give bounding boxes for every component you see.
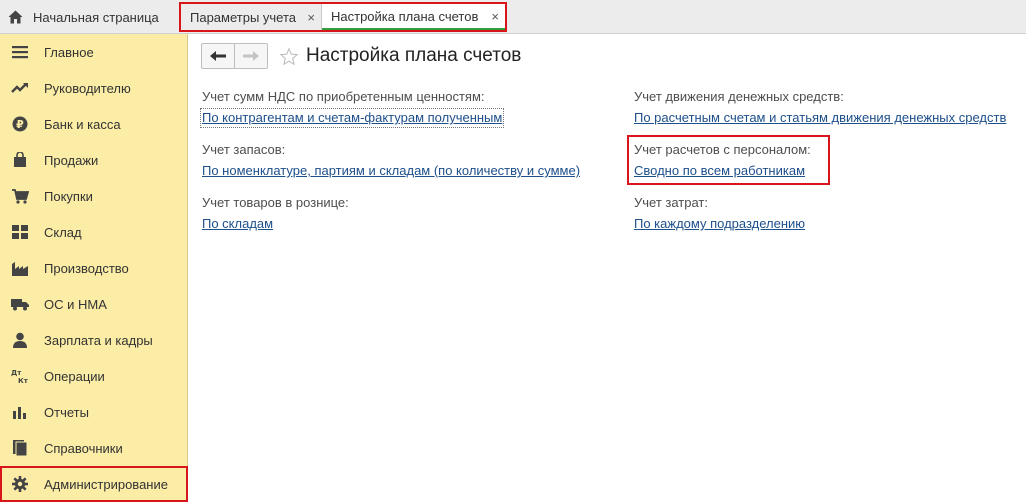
sidebar-item-purchases[interactable]: Покупки xyxy=(0,178,188,214)
sidebar-item-label: Операции xyxy=(44,368,105,384)
sidebar-item-label: Производство xyxy=(44,260,129,276)
setting-label: Учет затрат: xyxy=(634,195,708,210)
sidebar-item-label: Зарплата и кадры xyxy=(44,332,153,348)
ruble-icon: ₽ xyxy=(11,115,29,133)
sidebar-item-label: Главное xyxy=(44,44,94,60)
page-title: Настройка плана счетов xyxy=(306,45,522,66)
sidebar-item-label: ОС и НМА xyxy=(44,296,107,312)
close-icon[interactable]: × xyxy=(301,10,315,25)
setting-retail: Учет товаров в рознице: По складам xyxy=(202,195,349,232)
form-toolbar: Настройка плана счетов xyxy=(201,43,521,69)
setting-label: Учет товаров в рознице: xyxy=(202,195,349,210)
personnel-accounting-link[interactable]: Сводно по всем работникам xyxy=(634,163,805,179)
home-tab[interactable]: Начальная страница xyxy=(0,0,176,34)
bag-icon xyxy=(11,151,29,169)
sidebar-item-label: Продажи xyxy=(44,152,99,168)
cart-icon xyxy=(11,187,29,205)
bar-chart-icon xyxy=(11,403,29,421)
tab-label: Параметры учета xyxy=(190,9,297,25)
dt-kt-icon: Дт Кт xyxy=(11,367,29,385)
favorite-star-icon[interactable] xyxy=(280,47,298,65)
sidebar-item-label: Справочники xyxy=(44,440,123,456)
sidebar-item-fixed-assets[interactable]: ОС и НМА xyxy=(0,286,188,322)
setting-costs: Учет затрат: По каждому подразделению xyxy=(634,195,805,232)
forward-button[interactable] xyxy=(235,44,267,68)
gear-icon xyxy=(11,475,29,493)
setting-label: Учет движения денежных средств: xyxy=(634,89,844,104)
costs-accounting-link[interactable]: По каждому подразделению xyxy=(634,216,805,232)
sidebar: Главное Руководителю ₽ Банк и касса Прод… xyxy=(0,34,188,502)
sidebar-item-payroll[interactable]: Зарплата и кадры xyxy=(0,322,188,358)
stock-accounting-link[interactable]: По номенклатуре, партиям и складам (по к… xyxy=(202,163,580,179)
person-icon xyxy=(11,331,29,349)
history-nav xyxy=(201,43,268,69)
open-tabs-highlight: Параметры учета × Настройка плана счетов… xyxy=(179,2,507,32)
book-icon xyxy=(11,439,29,457)
truck-icon xyxy=(11,295,29,313)
svg-text:Дт: Дт xyxy=(11,369,22,377)
sidebar-item-production[interactable]: Производство xyxy=(0,250,188,286)
arrow-right-icon xyxy=(243,51,259,61)
vat-accounting-link[interactable]: По контрагентам и счетам-фактурам получе… xyxy=(199,108,505,128)
setting-personnel: Учет расчетов с персоналом: Сводно по вс… xyxy=(634,142,811,179)
grid-icon xyxy=(11,223,29,241)
retail-accounting-link[interactable]: По складам xyxy=(202,216,273,232)
sidebar-item-reports[interactable]: Отчеты xyxy=(0,394,188,430)
sidebar-item-label: Администрирование xyxy=(44,476,168,492)
setting-vat: Учет сумм НДС по приобретенным ценностям… xyxy=(199,89,505,128)
sidebar-item-operations[interactable]: Дт Кт Операции xyxy=(0,358,188,394)
sidebar-item-manager[interactable]: Руководителю xyxy=(0,70,188,106)
home-icon xyxy=(8,10,23,24)
tab-accounting-parameters[interactable]: Параметры учета × xyxy=(181,4,322,30)
sidebar-item-sales[interactable]: Продажи xyxy=(0,142,188,178)
tab-chart-of-accounts-settings[interactable]: Настройка плана счетов × xyxy=(322,4,505,30)
sidebar-item-main[interactable]: Главное xyxy=(0,34,188,70)
svg-text:Кт: Кт xyxy=(18,377,29,384)
sidebar-item-label: Склад xyxy=(44,224,82,240)
sidebar-item-directories[interactable]: Справочники xyxy=(0,430,188,466)
setting-cash-flow: Учет движения денежных средств: По расче… xyxy=(634,89,1006,126)
sidebar-item-label: Покупки xyxy=(44,188,93,204)
factory-icon xyxy=(11,259,29,277)
sidebar-item-warehouse[interactable]: Склад xyxy=(0,214,188,250)
trend-icon xyxy=(11,79,29,97)
cash-flow-accounting-link[interactable]: По расчетным счетам и статьям движения д… xyxy=(634,110,1006,126)
setting-label: Учет запасов: xyxy=(202,142,286,157)
sidebar-item-label: Банк и касса xyxy=(44,116,121,132)
sidebar-item-administration[interactable]: Администрирование xyxy=(0,466,188,502)
setting-label: Учет сумм НДС по приобретенным ценностям… xyxy=(202,89,485,104)
svg-text:₽: ₽ xyxy=(16,118,24,131)
sidebar-item-label: Отчеты xyxy=(44,404,89,420)
menu-icon xyxy=(11,43,29,61)
sidebar-item-label: Руководителю xyxy=(44,80,131,96)
back-button[interactable] xyxy=(202,44,235,68)
top-tab-bar: Начальная страница Параметры учета × Нас… xyxy=(0,0,1026,34)
setting-stock: Учет запасов: По номенклатуре, партиям и… xyxy=(202,142,580,179)
home-tab-label: Начальная страница xyxy=(33,9,159,25)
tab-label: Настройка плана счетов xyxy=(331,8,479,24)
setting-label: Учет расчетов с персоналом: xyxy=(634,142,811,157)
arrow-left-icon xyxy=(210,51,226,61)
sidebar-item-bank[interactable]: ₽ Банк и касса xyxy=(0,106,188,142)
close-icon[interactable]: × xyxy=(485,9,499,24)
